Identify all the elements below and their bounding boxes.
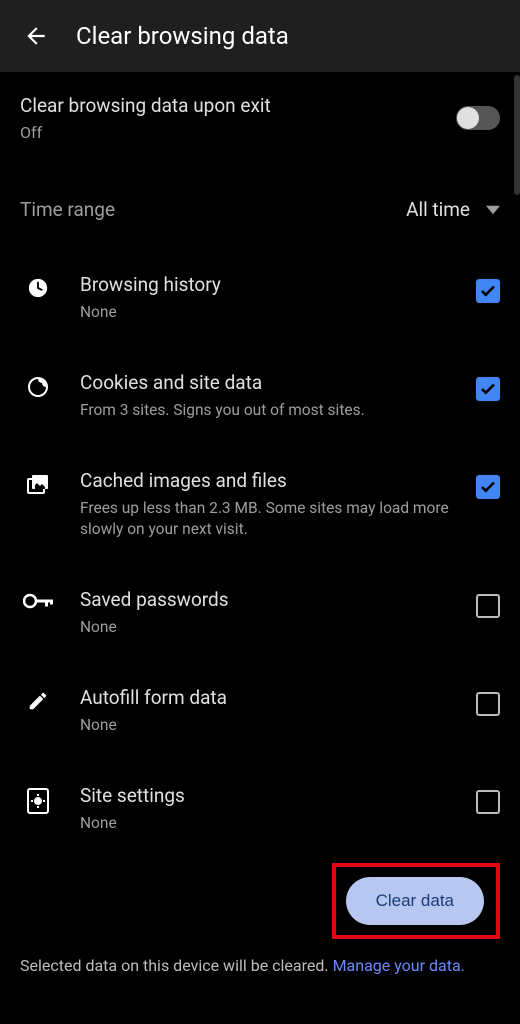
key-icon xyxy=(23,592,53,610)
clear-on-exit-status: Off xyxy=(20,123,271,142)
time-range-dropdown[interactable]: All time xyxy=(406,198,500,221)
manage-data-link[interactable]: Manage your data. xyxy=(333,956,465,975)
page-title: Clear browsing data xyxy=(76,22,289,50)
back-button[interactable] xyxy=(16,16,56,56)
option-title: Browsing history xyxy=(80,273,456,296)
option-passwords[interactable]: Saved passwords None xyxy=(20,564,500,662)
option-history[interactable]: Browsing history None xyxy=(20,249,500,347)
option-title: Cookies and site data xyxy=(80,371,456,394)
option-title: Cached images and files xyxy=(80,469,456,492)
pencil-icon xyxy=(27,690,49,712)
option-title: Saved passwords xyxy=(80,588,456,611)
option-checkbox-autofill[interactable] xyxy=(476,692,500,716)
footer-info: Selected data on this device will be cle… xyxy=(20,956,333,975)
option-subtitle: None xyxy=(80,302,456,323)
highlight-box: Clear data xyxy=(332,863,500,939)
clear-data-button[interactable]: Clear data xyxy=(346,877,484,925)
clear-on-exit-row[interactable]: Clear browsing data upon exit Off xyxy=(20,72,500,162)
image-icon xyxy=(26,473,50,497)
arrow-back-icon xyxy=(23,23,49,49)
scrollbar[interactable] xyxy=(514,75,520,195)
clock-icon xyxy=(27,277,49,299)
option-checkbox-history[interactable] xyxy=(476,279,500,303)
option-title: Autofill form data xyxy=(80,686,456,709)
option-subtitle: Frees up less than 2.3 MB. Some sites ma… xyxy=(80,498,456,540)
option-subtitle: None xyxy=(80,715,456,736)
option-cache[interactable]: Cached images and files Frees up less th… xyxy=(20,445,500,564)
time-range-row: Time range All time xyxy=(20,162,500,249)
option-subtitle: None xyxy=(80,813,456,834)
option-title: Site settings xyxy=(80,784,456,807)
clear-on-exit-title: Clear browsing data upon exit xyxy=(20,94,271,117)
option-checkbox-cookies[interactable] xyxy=(476,377,500,401)
time-range-label: Time range xyxy=(20,198,115,221)
site-settings-icon xyxy=(27,788,49,814)
option-checkbox-site-settings[interactable] xyxy=(476,790,500,814)
toggle-knob xyxy=(457,107,479,129)
clear-on-exit-toggle[interactable] xyxy=(456,106,500,130)
footer-text: Selected data on this device will be cle… xyxy=(20,949,500,977)
option-subtitle: None xyxy=(80,617,456,638)
option-checkbox-passwords[interactable] xyxy=(476,594,500,618)
option-cookies[interactable]: Cookies and site data From 3 sites. Sign… xyxy=(20,347,500,445)
time-range-value: All time xyxy=(406,198,470,221)
option-checkbox-cache[interactable] xyxy=(476,475,500,499)
option-subtitle: From 3 sites. Signs you out of most site… xyxy=(80,400,456,421)
cookie-icon xyxy=(26,375,50,399)
option-autofill[interactable]: Autofill form data None xyxy=(20,662,500,760)
option-site-settings[interactable]: Site settings None xyxy=(20,760,500,858)
chevron-down-icon xyxy=(486,205,500,215)
appbar: Clear browsing data xyxy=(0,0,520,72)
